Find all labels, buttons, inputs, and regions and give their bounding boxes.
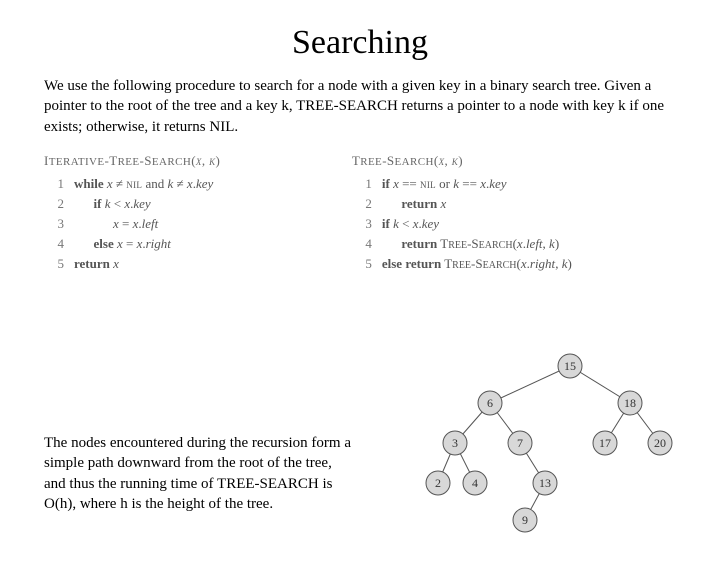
svg-text:13: 13 — [539, 476, 551, 490]
iter-line-5: return x — [74, 254, 119, 274]
node-13: 13 — [533, 471, 557, 495]
svg-text:6: 6 — [487, 396, 493, 410]
rec-line-5: else return TREE-SEARCH(x.right, k) — [382, 254, 572, 274]
node-18: 18 — [618, 391, 642, 415]
svg-text:20: 20 — [654, 436, 666, 450]
node-3: 3 — [443, 431, 467, 455]
slide-title: Searching — [0, 24, 720, 62]
node-20: 20 — [648, 431, 672, 455]
node-2: 2 — [426, 471, 450, 495]
node-4: 4 — [463, 471, 487, 495]
svg-text:4: 4 — [472, 476, 478, 490]
svg-text:15: 15 — [564, 359, 576, 373]
iter-line-3: x = x.left — [74, 214, 158, 234]
iterative-heading: ITERATIVE-TREE-SEARCH(x, k) — [44, 151, 326, 171]
node-6: 6 — [478, 391, 502, 415]
recursive-heading: TREE-SEARCH(x, k) — [352, 151, 676, 171]
iter-line-1: while x ≠ nil and k ≠ x.key — [74, 174, 213, 194]
rec-line-2: return x — [382, 194, 446, 214]
node-7: 7 — [508, 431, 532, 455]
footnote-paragraph: The nodes encountered during the recursi… — [44, 433, 354, 514]
bst-diagram: 15 6 18 3 7 17 20 2 4 13 9 — [420, 348, 680, 538]
recursive-algorithm: TREE-SEARCH(x, k) 1if x == nil or k == x… — [352, 151, 676, 275]
iter-line-4: else x = x.right — [74, 234, 171, 254]
intro-paragraph: We use the following procedure to search… — [44, 76, 676, 137]
node-9: 9 — [513, 508, 537, 532]
iterative-algorithm: ITERATIVE-TREE-SEARCH(x, k) 1while x ≠ n… — [44, 151, 326, 275]
node-17: 17 — [593, 431, 617, 455]
svg-text:2: 2 — [435, 476, 441, 490]
rec-line-4: return TREE-SEARCH(x.left, k) — [382, 234, 559, 254]
node-15: 15 — [558, 354, 582, 378]
rec-line-3: if k < x.key — [382, 214, 439, 234]
svg-text:7: 7 — [517, 436, 523, 450]
algorithms-row: ITERATIVE-TREE-SEARCH(x, k) 1while x ≠ n… — [44, 151, 676, 275]
svg-text:3: 3 — [452, 436, 458, 450]
iter-line-2: if k < x.key — [74, 194, 151, 214]
svg-text:18: 18 — [624, 396, 636, 410]
svg-text:17: 17 — [599, 436, 611, 450]
svg-text:9: 9 — [522, 513, 528, 527]
rec-line-1: if x == nil or k == x.key — [382, 174, 507, 194]
